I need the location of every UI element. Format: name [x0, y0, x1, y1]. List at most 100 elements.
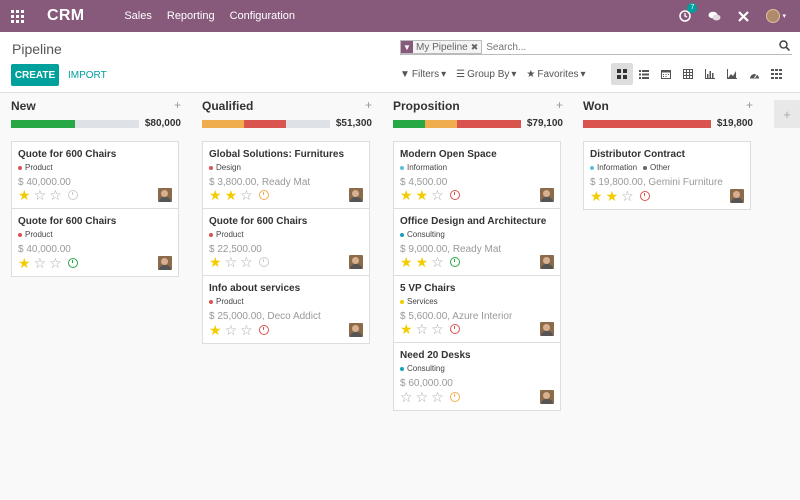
activity-clock-icon[interactable] [258, 190, 269, 200]
calendar-icon [661, 70, 671, 79]
progress-segment[interactable] [425, 120, 457, 128]
remove-facet-icon[interactable]: ✖ [471, 42, 482, 53]
activity-clock-icon[interactable] [67, 190, 78, 200]
activity-clock-icon[interactable] [258, 257, 269, 267]
progress-segment[interactable] [457, 120, 521, 128]
priority-star-icon[interactable]: ★ [590, 189, 603, 203]
pivot-view-button[interactable] [677, 63, 699, 85]
tag-color-dot [590, 165, 594, 170]
priority-star-icon[interactable]: ☆ [49, 188, 62, 202]
priority-star-icon[interactable]: ★ [400, 255, 413, 269]
priority-star-icon[interactable]: ☆ [34, 256, 47, 270]
opportunity-card[interactable]: Global Solutions: Furnitures Design $ 3,80… [203, 142, 369, 209]
priority-star-icon[interactable]: ★ [416, 188, 429, 202]
progress-segment[interactable] [393, 120, 425, 128]
progress-segment[interactable] [244, 120, 287, 128]
activity-clock-icon[interactable] [67, 258, 78, 268]
priority-star-icon[interactable]: ☆ [240, 188, 253, 202]
list-view-button[interactable] [633, 63, 655, 85]
card-tags: Consulting [400, 230, 554, 239]
create-button[interactable]: CREATE [11, 64, 59, 86]
priority-star-icon[interactable]: ★ [18, 188, 31, 202]
column-total: $51,300 [335, 118, 372, 129]
priority-star-icon[interactable]: ★ [209, 323, 222, 337]
progress-segment[interactable] [583, 120, 711, 128]
menu-configuration[interactable]: Configuration [230, 10, 295, 22]
activity-clock-icon[interactable] [639, 191, 650, 201]
opportunity-card[interactable]: Info about services Product $ 25,000.00, D… [203, 276, 369, 343]
quick-create-icon[interactable]: + [746, 98, 753, 112]
cohort-view-button[interactable] [721, 63, 743, 85]
priority-star-icon[interactable]: ★ [400, 188, 413, 202]
priority-star-icon[interactable]: ★ [606, 189, 619, 203]
opportunity-card[interactable]: Office Design and Architecture Consulting… [394, 209, 560, 276]
column-progress-bar[interactable] [202, 120, 330, 128]
priority-star-icon[interactable]: ★ [209, 188, 222, 202]
salesperson-avatar [349, 188, 363, 202]
priority-star-icon[interactable]: ☆ [225, 255, 238, 269]
groupby-dropdown[interactable]: ☰ Group By ▾ [456, 69, 516, 80]
priority-star-icon[interactable]: ★ [18, 256, 31, 270]
messaging-button[interactable] [708, 11, 721, 22]
priority-star-icon[interactable]: ★ [209, 255, 222, 269]
opportunity-card[interactable]: 5 VP Chairs Services $ 5,600.00, Azure Int… [394, 276, 560, 343]
priority-star-icon[interactable]: ☆ [240, 255, 253, 269]
favorites-dropdown[interactable]: ★ Favorites ▾ [526, 69, 585, 80]
priority-star-icon[interactable]: ☆ [431, 255, 444, 269]
add-column-button[interactable]: + [774, 100, 800, 128]
priority-star-icon[interactable]: ☆ [431, 188, 444, 202]
activity-grid-icon [770, 69, 782, 79]
priority-star-icon[interactable]: ☆ [416, 322, 429, 336]
priority-star-icon[interactable]: ☆ [240, 323, 253, 337]
menu-reporting[interactable]: Reporting [167, 10, 215, 22]
quick-create-icon[interactable]: + [174, 98, 181, 112]
kanban-column: Qualified + $51,300 Global Solutions: Furni… [202, 93, 372, 344]
activity-view-button[interactable] [765, 63, 787, 85]
priority-star-icon[interactable]: ☆ [400, 390, 413, 404]
priority-star-icon[interactable]: ★ [400, 322, 413, 336]
column-progress-bar[interactable] [583, 120, 711, 128]
quick-create-icon[interactable]: + [365, 98, 372, 112]
activity-clock-icon[interactable] [449, 324, 460, 334]
calendar-view-button[interactable] [655, 63, 677, 85]
apps-menu-icon[interactable] [0, 0, 34, 32]
search-icon[interactable] [779, 40, 790, 51]
opportunity-card[interactable]: Quote for 600 Chairs Product $ 22,500.00 ★ ☆… [203, 209, 369, 276]
priority-star-icon[interactable]: ★ [225, 188, 238, 202]
activity-clock-icon[interactable] [258, 325, 269, 335]
graph-view-button[interactable] [699, 63, 721, 85]
priority-star-icon[interactable]: ☆ [431, 322, 444, 336]
column-progress-bar[interactable] [393, 120, 521, 128]
priority-star-icon[interactable]: ☆ [621, 189, 634, 203]
opportunity-card[interactable]: Quote for 600 Chairs Product $ 40,000.00 ★ ☆… [12, 209, 178, 276]
priority-star-icon[interactable]: ☆ [49, 256, 62, 270]
progress-segment[interactable] [11, 120, 75, 128]
salesperson-avatar [158, 256, 172, 270]
user-menu[interactable]: ▾ [766, 9, 786, 23]
menu-sales[interactable]: Sales [124, 10, 152, 22]
priority-star-icon[interactable]: ☆ [431, 390, 444, 404]
column-progress-bar[interactable] [11, 120, 139, 128]
caret-down-icon: ▾ [782, 13, 786, 20]
debug-tools-button[interactable] [738, 10, 750, 22]
priority-star-icon[interactable]: ★ [416, 255, 429, 269]
opportunity-card[interactable]: Modern Open Space Information $ 4,500.00 ★ ★… [394, 142, 560, 209]
opportunity-card[interactable]: Need 20 Desks Consulting $ 60,000.00 ☆ ☆ ☆ [394, 343, 560, 410]
activity-clock-icon[interactable] [449, 257, 460, 267]
import-button[interactable]: IMPORT [68, 70, 107, 81]
activity-button[interactable]: 7 [679, 3, 698, 22]
activity-clock-icon[interactable] [449, 392, 460, 402]
priority-star-icon[interactable]: ☆ [225, 323, 238, 337]
opportunity-card[interactable]: Quote for 600 Chairs Product $ 40,000.00 ★ ☆… [12, 142, 178, 209]
dashboard-view-button[interactable] [743, 63, 765, 85]
activity-clock-icon[interactable] [449, 190, 460, 200]
card-footer: ★ ☆ ☆ [18, 256, 78, 270]
quick-create-icon[interactable]: + [556, 98, 563, 112]
filters-dropdown[interactable]: ▼ Filters ▾ [400, 69, 446, 80]
priority-star-icon[interactable]: ☆ [416, 390, 429, 404]
priority-star-icon[interactable]: ☆ [34, 188, 47, 202]
kanban-view-button[interactable] [611, 63, 633, 85]
progress-segment[interactable] [202, 120, 245, 128]
search-input[interactable] [486, 41, 777, 53]
opportunity-card[interactable]: Distributor Contract Information Other $ 19… [584, 142, 750, 209]
